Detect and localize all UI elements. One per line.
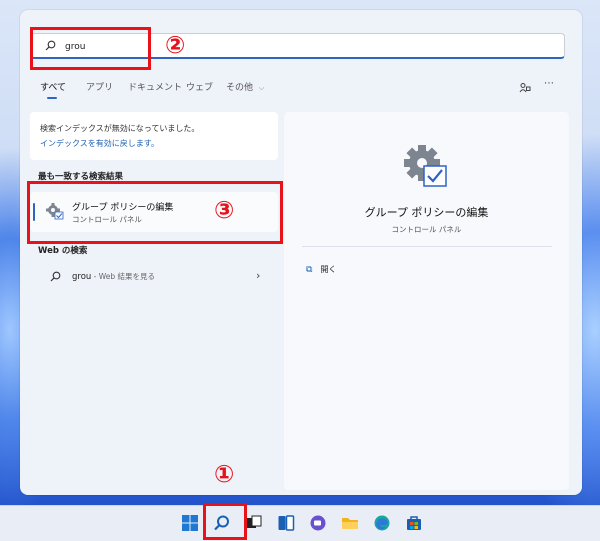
web-search-suffix: - Web 結果を見る <box>91 272 156 281</box>
enable-index-link[interactable]: インデックスを有効に戻します。 <box>40 138 159 149</box>
store-icon[interactable] <box>405 514 423 532</box>
detail-divider <box>302 246 552 247</box>
tab-active-indicator <box>47 97 57 99</box>
chat-icon[interactable] <box>309 514 327 532</box>
file-explorer-icon[interactable] <box>341 514 359 532</box>
open-external-icon: ⧉ <box>306 265 313 275</box>
more-options-icon[interactable]: ⋯ <box>544 78 554 89</box>
tab-apps[interactable]: アプリ <box>86 80 113 93</box>
group-policy-large-icon <box>404 145 447 187</box>
start-search-panel: すべて アプリ ドキュメント ウェブ その他 ⌵ ⋯ 検索インデックスが無効にな… <box>20 10 582 495</box>
result-detail-pane: グループ ポリシーの編集 コントロール パネル ⧉ 開く <box>284 112 569 490</box>
web-search-text: grou - Web 結果を見る <box>72 271 155 282</box>
web-search-heading: Web の検索 <box>38 246 88 256</box>
tab-more[interactable]: その他 ⌵ <box>226 80 264 93</box>
tab-all[interactable]: すべて <box>40 80 67 99</box>
taskbar <box>0 505 600 541</box>
detail-subtitle: コントロール パネル <box>391 225 462 234</box>
widgets-icon[interactable] <box>277 514 295 532</box>
annotation-number-3: ③ <box>214 196 235 224</box>
annotation-box-search <box>30 27 151 70</box>
search-icon <box>50 271 61 282</box>
detail-title: グループ ポリシーの編集 <box>364 206 489 219</box>
annotation-box-result <box>27 181 283 244</box>
tab-documents-label: ドキュメント <box>128 83 183 93</box>
tab-apps-label: アプリ <box>86 83 114 93</box>
open-label: 開く <box>320 265 337 274</box>
chevron-right-icon: › <box>256 269 261 282</box>
annotation-number-1: ① <box>214 460 235 488</box>
web-search-query: grou <box>72 272 92 282</box>
open-action[interactable]: ⧉ 開く <box>306 264 336 275</box>
tab-web-label: ウェブ <box>186 83 214 93</box>
web-search-result[interactable]: grou - Web 結果を見る › <box>30 267 278 287</box>
tab-web[interactable]: ウェブ <box>186 80 213 93</box>
index-notice-card: 検索インデックスが無効になっていました。 インデックスを有効に戻します。 <box>30 112 278 160</box>
tab-all-label: すべて <box>40 83 67 93</box>
chevron-down-icon: ⌵ <box>258 84 265 92</box>
index-notice-text: 検索インデックスが無効になっていました。 <box>40 124 200 133</box>
account-icon[interactable] <box>519 82 531 94</box>
tab-more-label: その他 <box>226 83 254 93</box>
annotation-number-2: ② <box>165 31 186 59</box>
task-view-icon[interactable] <box>245 514 263 532</box>
tab-documents[interactable]: ドキュメント <box>128 80 182 93</box>
edge-icon[interactable] <box>373 514 391 532</box>
windows-start-icon[interactable] <box>181 514 199 532</box>
annotation-box-taskbar-search <box>203 503 247 540</box>
